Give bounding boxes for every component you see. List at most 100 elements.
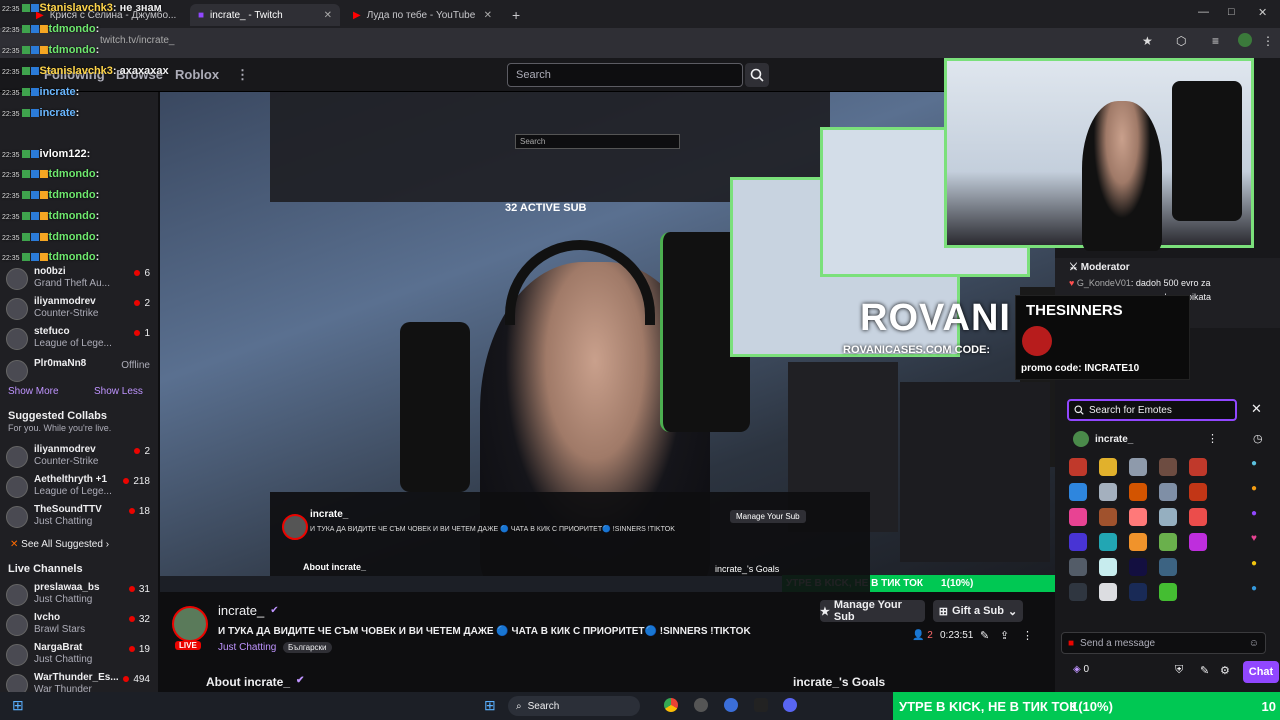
emote[interactable] bbox=[1129, 533, 1147, 551]
category-link[interactable]: Just Chatting bbox=[218, 642, 276, 653]
minimize-button[interactable]: — bbox=[1198, 6, 1209, 18]
emote-picker-icon[interactable]: ☺ bbox=[1249, 638, 1259, 649]
emote[interactable] bbox=[1069, 483, 1087, 501]
sidebar-channel[interactable]: Aethelthryth +1 League of Lege... 218 bbox=[6, 474, 154, 504]
emote[interactable] bbox=[1159, 458, 1177, 476]
emote[interactable] bbox=[1129, 583, 1147, 601]
search-button[interactable] bbox=[745, 63, 769, 87]
emote[interactable] bbox=[1159, 508, 1177, 526]
clock-icon[interactable]: ◷ bbox=[1253, 432, 1263, 445]
app-icon[interactable] bbox=[694, 698, 708, 712]
sidebar-channel[interactable]: Plr0maNn8 Offline bbox=[6, 358, 154, 388]
heart-icon[interactable]: ♥ bbox=[1251, 533, 1257, 544]
start-icon[interactable]: ⊞ bbox=[484, 697, 496, 714]
sidebar-channel[interactable]: iliyanmodrev Counter-Strike 2 bbox=[6, 296, 154, 326]
more-icon[interactable]: ⋮ bbox=[1207, 432, 1218, 445]
live-dot-icon bbox=[134, 448, 141, 454]
shield-icon[interactable]: ⛨ bbox=[1175, 664, 1183, 677]
tag-badge[interactable]: Български bbox=[283, 642, 332, 653]
emote[interactable] bbox=[1129, 558, 1147, 576]
app-icon[interactable] bbox=[754, 698, 768, 712]
emote-category-icon[interactable]: ● bbox=[1251, 458, 1257, 469]
discord-icon[interactable] bbox=[783, 698, 797, 712]
send-message-input[interactable]: ■ Send a message ☺ bbox=[1061, 632, 1266, 654]
emote[interactable] bbox=[1189, 508, 1207, 526]
sidebar-channel[interactable]: Ivcho Brawl Stars 32 bbox=[6, 612, 154, 642]
star-icon[interactable]: ★ bbox=[1142, 34, 1153, 48]
extensions-icon[interactable]: ⬡ bbox=[1176, 34, 1186, 48]
emote[interactable] bbox=[1189, 483, 1207, 501]
emote-search-input[interactable]: Search for Emotes bbox=[1067, 399, 1237, 421]
show-less-link[interactable]: Show Less bbox=[94, 386, 143, 397]
video-player[interactable]: Search 32 ACTIVE SUB ROVANI ROVANICASES.… bbox=[160, 92, 1055, 592]
channel-avatar[interactable] bbox=[172, 606, 208, 642]
tab-youtube-2[interactable]: ▶ Луда по тебе - YouTube ✕ bbox=[345, 4, 500, 26]
chat-line: 22:35 tdmondo: bbox=[2, 23, 100, 35]
share-icon[interactable]: ⇪ bbox=[1000, 629, 1009, 642]
sidebar-channel[interactable]: iliyanmodrev Counter-Strike 2 bbox=[6, 444, 154, 474]
manage-sub-button[interactable]: ★ Manage Your Sub bbox=[820, 599, 925, 623]
channel-name[interactable]: incrate_ ✔ bbox=[218, 603, 279, 618]
emote[interactable] bbox=[1069, 533, 1087, 551]
channel-points[interactable]: ◈ 0 bbox=[1073, 664, 1089, 675]
emote[interactable] bbox=[1129, 458, 1147, 476]
avatar bbox=[6, 360, 28, 382]
emote[interactable] bbox=[1099, 583, 1117, 601]
chrome-icon[interactable] bbox=[664, 698, 678, 712]
sidebar-channel[interactable]: stefuco League of Lege... 1 bbox=[6, 326, 154, 356]
close-tab-icon[interactable]: ✕ bbox=[324, 10, 332, 21]
emote[interactable] bbox=[1099, 508, 1117, 526]
app-icon[interactable] bbox=[724, 698, 738, 712]
more-icon[interactable]: ⋮ bbox=[236, 67, 249, 83]
emote[interactable] bbox=[1189, 533, 1207, 551]
pencil-icon[interactable]: ✎ bbox=[1200, 664, 1209, 677]
gift-icon: ⊞ bbox=[938, 605, 949, 618]
emote-category-icon[interactable]: ● bbox=[1251, 583, 1257, 594]
sidebar-channel[interactable]: TheSoundTTV Just Chatting 18 bbox=[6, 504, 154, 534]
emote[interactable] bbox=[1099, 533, 1117, 551]
emote[interactable] bbox=[1099, 558, 1117, 576]
emote[interactable] bbox=[1069, 458, 1087, 476]
show-more-link[interactable]: Show More bbox=[8, 386, 59, 397]
gear-icon[interactable]: ⚙ bbox=[1220, 664, 1230, 677]
windows-icon[interactable]: ⊞ bbox=[12, 697, 24, 714]
emote[interactable] bbox=[1129, 508, 1147, 526]
taskbar-search[interactable]: ⌕ Search bbox=[508, 696, 640, 716]
gift-sub-button[interactable]: ⊞ Gift a Sub ⌄ bbox=[933, 600, 1023, 622]
emote-category-icon[interactable]: ● bbox=[1251, 558, 1257, 569]
emote-category-icon[interactable]: ● bbox=[1251, 483, 1257, 494]
sidebar-channel[interactable]: preslawaa_bs Just Chatting 31 bbox=[6, 582, 154, 612]
maximize-button[interactable]: □ bbox=[1228, 6, 1235, 18]
emote[interactable] bbox=[1099, 483, 1117, 501]
new-tab-button[interactable]: + bbox=[504, 4, 524, 26]
tab-twitch[interactable]: ■ incrate_ - Twitch ✕ bbox=[190, 4, 340, 26]
more-icon[interactable]: ⋮ bbox=[1262, 34, 1274, 48]
live-channels-title: Live Channels bbox=[8, 563, 83, 575]
profile-avatar[interactable] bbox=[1238, 33, 1252, 47]
close-window-button[interactable]: ✕ bbox=[1258, 6, 1267, 19]
close-emote-picker-icon[interactable]: ✕ bbox=[1251, 401, 1262, 417]
sidebar-channel[interactable]: no0bzi Grand Theft Au... 6 bbox=[6, 266, 154, 296]
menu-icon[interactable]: ≡ bbox=[1212, 34, 1219, 48]
live-dot-icon bbox=[128, 508, 135, 514]
see-all-suggested-link[interactable]: ✕ See All Suggested › bbox=[10, 539, 109, 550]
gaming-chair bbox=[400, 322, 470, 492]
emote[interactable] bbox=[1099, 458, 1117, 476]
emote[interactable] bbox=[1069, 508, 1087, 526]
emote[interactable] bbox=[1069, 558, 1087, 576]
emote[interactable] bbox=[1069, 583, 1087, 601]
sponsor-sinners: THESINNERS promo code: INCRATE10 bbox=[1015, 295, 1190, 380]
more-icon[interactable]: ⋮ bbox=[1022, 629, 1033, 642]
emote[interactable] bbox=[1159, 533, 1177, 551]
search-input[interactable]: Search bbox=[507, 63, 743, 87]
pencil-icon[interactable]: ✎ bbox=[980, 629, 989, 642]
emote[interactable] bbox=[1129, 483, 1147, 501]
emote-category-icon[interactable]: ● bbox=[1251, 508, 1257, 519]
emote[interactable] bbox=[1159, 558, 1177, 576]
emote[interactable] bbox=[1159, 583, 1177, 601]
close-tab-icon[interactable]: ✕ bbox=[484, 10, 492, 21]
emote[interactable] bbox=[1189, 458, 1207, 476]
emote[interactable] bbox=[1159, 483, 1177, 501]
chat-send-button[interactable]: Chat bbox=[1243, 661, 1279, 683]
sidebar-channel[interactable]: NargaBrat Just Chatting 19 bbox=[6, 642, 154, 672]
